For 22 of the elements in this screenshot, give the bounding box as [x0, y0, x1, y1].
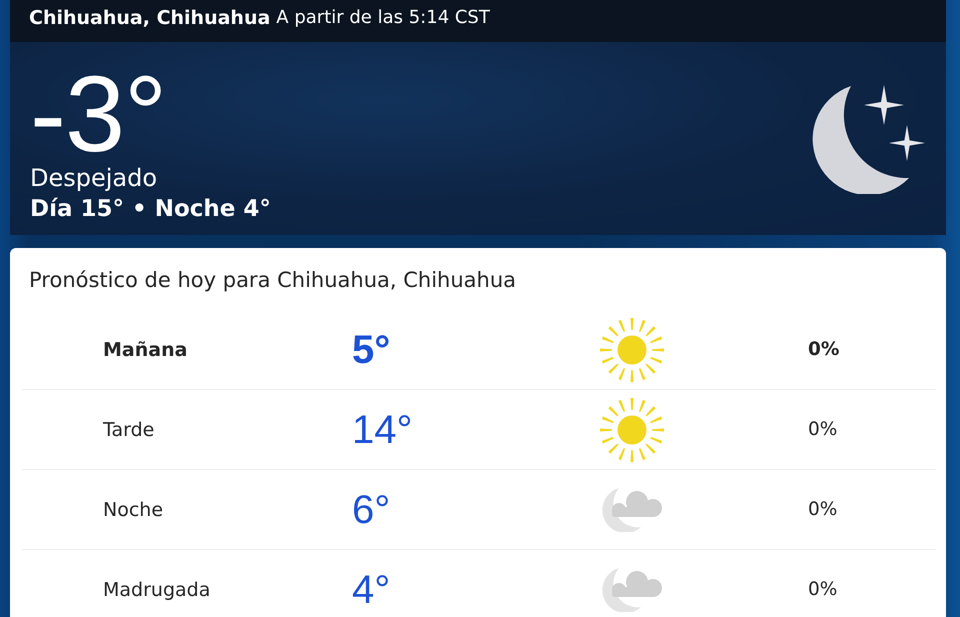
sun-icon [600, 318, 664, 382]
condition-text: Despejado [30, 164, 158, 192]
forecast-title: Pronóstico de hoy para Chihuahua, Chihuahua [28, 267, 518, 294]
period-label: Tarde [103, 418, 154, 440]
updated-time: A partir de las 5:14 CST [276, 7, 490, 28]
day-night-temperatures: Día 15° • Noche 4° [30, 195, 271, 224]
period-temperature: 4° [352, 566, 390, 612]
cloudy-moon-icon [600, 567, 664, 612]
sun-icon [600, 398, 664, 462]
cloudy-moon-icon [600, 487, 664, 532]
period-temperature: 14° [352, 406, 412, 452]
precipitation-chance: 0% [808, 419, 838, 440]
current-temperature: -3° [30, 64, 166, 164]
period-temperature: 5° [352, 326, 390, 372]
period-label: Mañana [103, 338, 188, 360]
period-label: Noche [103, 498, 164, 520]
location-name: Chihuahua, Chihuahua [29, 6, 270, 28]
precipitation-chance: 0% [808, 579, 838, 600]
precipitation-chance: 0% [808, 499, 838, 520]
period-temperature: 6° [352, 486, 390, 532]
precipitation-chance: 0% [808, 339, 840, 360]
period-label: Madrugada [103, 578, 210, 600]
